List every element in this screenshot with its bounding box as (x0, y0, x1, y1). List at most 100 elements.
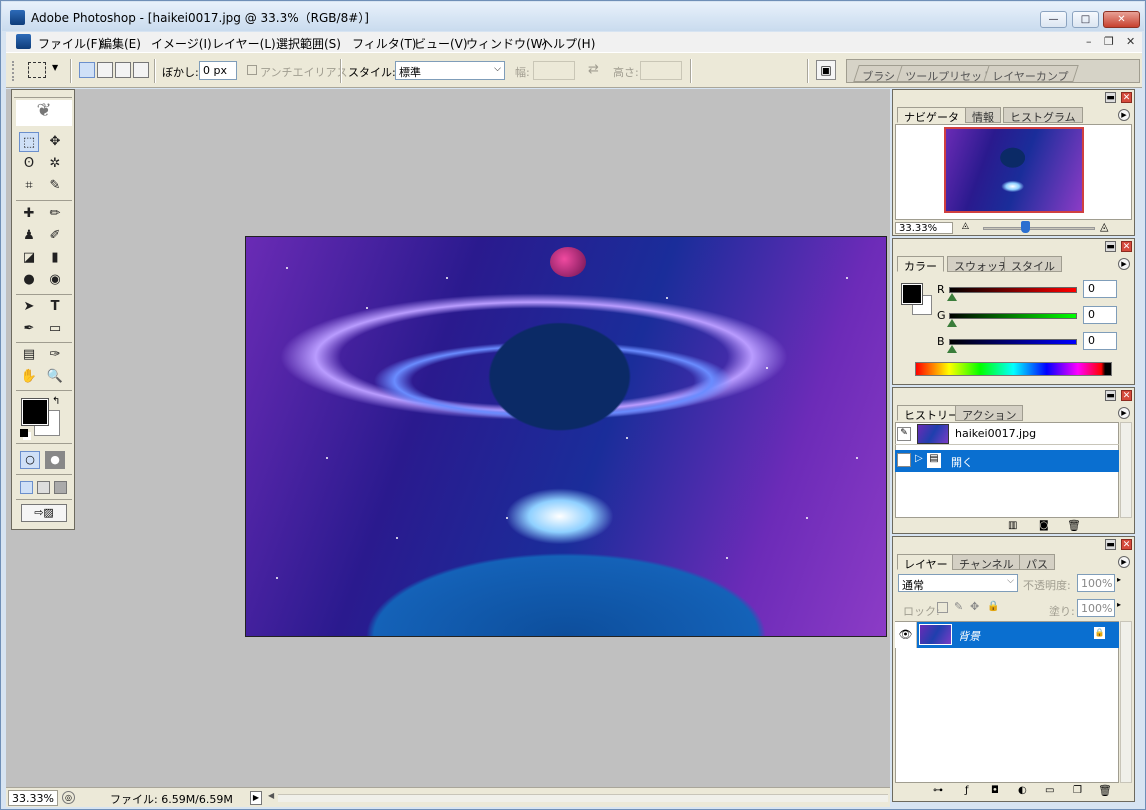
crop-tool-icon[interactable]: ⌗ (19, 176, 39, 196)
new-layer-icon[interactable]: ❐ (1073, 785, 1082, 796)
menu-image[interactable]: イメージ(I) (151, 35, 212, 52)
close-button[interactable]: ✕ (1103, 11, 1140, 28)
marquee-tool-icon[interactable]: ⬚ (19, 132, 39, 152)
shape-tool-icon[interactable]: ▭ (45, 319, 65, 339)
doc-restore-button[interactable]: ❐ (1104, 35, 1114, 48)
swap-icon[interactable]: ⇄ (588, 62, 599, 77)
gradient-tool-icon[interactable]: ▮ (45, 248, 65, 268)
tab-channels[interactable]: チャンネル (952, 554, 1021, 571)
palette-well-icon[interactable]: ▣ (816, 60, 836, 80)
width-input[interactable] (533, 61, 575, 80)
panel-collapse-icon[interactable]: ▬ (1105, 539, 1116, 550)
menu-file[interactable]: ファイル(F) (38, 35, 102, 52)
menu-help[interactable]: ヘルプ(H) (541, 35, 595, 52)
full-screen-menu-mode-icon[interactable] (37, 481, 50, 494)
tab-layers[interactable]: レイヤー (897, 554, 955, 571)
full-screen-mode-icon[interactable] (54, 481, 67, 494)
panel-menu-icon[interactable]: ▶ (1118, 109, 1130, 121)
fill-input[interactable]: 100% (1077, 599, 1115, 617)
add-selection-icon[interactable] (97, 62, 113, 78)
swap-colors-icon[interactable]: ↰ (52, 396, 60, 407)
new-snapshot-icon[interactable]: ◙ (1039, 520, 1049, 531)
panel-collapse-icon[interactable]: ▬ (1105, 390, 1116, 401)
history-scrollbar[interactable] (1120, 422, 1132, 518)
clone-stamp-tool-icon[interactable]: ♟ (19, 226, 39, 246)
blur-tool-icon[interactable]: ● (19, 270, 39, 290)
layer-row-background[interactable]: 背景 🔒 (917, 622, 1119, 648)
doc-close-button[interactable]: ✕ (1126, 35, 1135, 48)
zoom-out-icon[interactable]: ◬ (962, 221, 969, 231)
fill-arrow-icon[interactable]: ▸ (1117, 600, 1121, 609)
healing-brush-tool-icon[interactable]: ✚ (19, 204, 39, 224)
status-options-icon[interactable]: ◎ (62, 791, 75, 804)
status-zoom-input[interactable]: 33.33% (8, 790, 58, 806)
status-menu-arrow-icon[interactable]: ▶ (250, 791, 262, 805)
lock-image-icon[interactable]: ✎ (954, 600, 963, 613)
notes-tool-icon[interactable]: ▤ (19, 345, 39, 365)
panel-menu-icon[interactable]: ▶ (1118, 258, 1130, 270)
panel-collapse-icon[interactable]: ▬ (1105, 92, 1116, 103)
tab-styles[interactable]: スタイル (1004, 256, 1062, 273)
tab-navigator[interactable]: ナビゲータ (897, 107, 966, 124)
blue-slider-thumb[interactable] (947, 345, 957, 353)
opacity-input[interactable]: 100% (1077, 574, 1115, 592)
lock-transparent-icon[interactable] (937, 602, 948, 613)
type-tool-icon[interactable]: T (45, 297, 65, 317)
tab-histogram[interactable]: ヒストグラム (1003, 107, 1083, 124)
panel-header[interactable] (893, 537, 1134, 551)
menu-edit[interactable]: 編集(E) (100, 35, 141, 52)
new-group-icon[interactable]: ▭ (1045, 785, 1054, 796)
lasso-tool-icon[interactable]: ʘ (19, 154, 39, 174)
panel-close-icon[interactable]: ✕ (1121, 539, 1132, 550)
toolbox-grip[interactable] (14, 92, 72, 98)
history-brush-source-icon[interactable]: ✎ (897, 427, 911, 441)
zoom-slider-thumb[interactable] (1021, 221, 1030, 233)
blue-slider[interactable] (949, 339, 1077, 345)
jump-to-imageready-icon[interactable]: ⇨▨ (21, 504, 67, 522)
trash-icon[interactable]: 🗑 (1067, 519, 1081, 532)
style-select[interactable]: 標準 ⌵ (395, 61, 505, 80)
standard-mode-icon[interactable]: ○ (20, 451, 40, 469)
menu-window[interactable]: ウィンドウ(W) (466, 35, 547, 52)
zoom-in-icon[interactable]: ◬ (1100, 220, 1108, 233)
default-colors-icon[interactable] (20, 429, 28, 437)
quick-mask-mode-icon[interactable]: ● (45, 451, 65, 469)
marquee-tool-preset-icon[interactable] (28, 62, 46, 78)
history-step-row[interactable]: ▷ ▤ 開く (895, 450, 1119, 472)
eyedropper-tool-icon[interactable]: ✑ (45, 345, 65, 365)
panel-close-icon[interactable]: ✕ (1121, 390, 1132, 401)
maximize-button[interactable]: □ (1072, 11, 1099, 28)
new-selection-icon[interactable] (79, 62, 95, 78)
subtract-selection-icon[interactable] (115, 62, 131, 78)
tab-info[interactable]: 情報 (965, 107, 1001, 124)
lock-position-icon[interactable]: ✥ (970, 600, 979, 613)
red-value-input[interactable]: 0 (1083, 280, 1117, 298)
panel-collapse-icon[interactable]: ▬ (1105, 241, 1116, 252)
preset-dropdown-arrow-icon[interactable]: ▼ (52, 63, 58, 72)
layer-style-icon[interactable]: ƒ (965, 785, 969, 796)
brush-tool-icon[interactable]: ✏ (45, 204, 65, 224)
adjustment-layer-icon[interactable]: ◐ (1018, 785, 1027, 796)
navigator-zoom-input[interactable]: 33.33% (895, 222, 953, 234)
panel-header[interactable] (893, 90, 1134, 104)
slice-tool-icon[interactable]: ✎ (45, 176, 65, 196)
panel-header[interactable] (893, 388, 1134, 402)
opacity-arrow-icon[interactable]: ▸ (1117, 575, 1121, 584)
hand-tool-icon[interactable]: ✋ (19, 367, 39, 387)
panel-close-icon[interactable]: ✕ (1121, 241, 1132, 252)
history-brush-tool-icon[interactable]: ✐ (45, 226, 65, 246)
link-layers-icon[interactable]: ⊶ (933, 785, 943, 796)
navigator-thumbnail[interactable] (944, 127, 1084, 213)
height-input[interactable] (640, 61, 682, 80)
panel-menu-icon[interactable]: ▶ (1118, 407, 1130, 419)
history-brush-source-box[interactable] (897, 453, 911, 467)
move-tool-icon[interactable]: ✥ (45, 132, 65, 152)
lock-all-icon[interactable]: 🔒 (987, 601, 999, 612)
pen-tool-icon[interactable]: ✒ (19, 319, 39, 339)
zoom-slider[interactable] (983, 227, 1095, 230)
feather-input[interactable]: 0 px (199, 61, 237, 80)
menu-layer[interactable]: レイヤー(L) (212, 35, 276, 52)
red-slider-thumb[interactable] (947, 293, 957, 301)
magic-wand-tool-icon[interactable]: ✲ (45, 154, 65, 174)
layer-mask-icon[interactable]: ◘ (991, 785, 999, 796)
